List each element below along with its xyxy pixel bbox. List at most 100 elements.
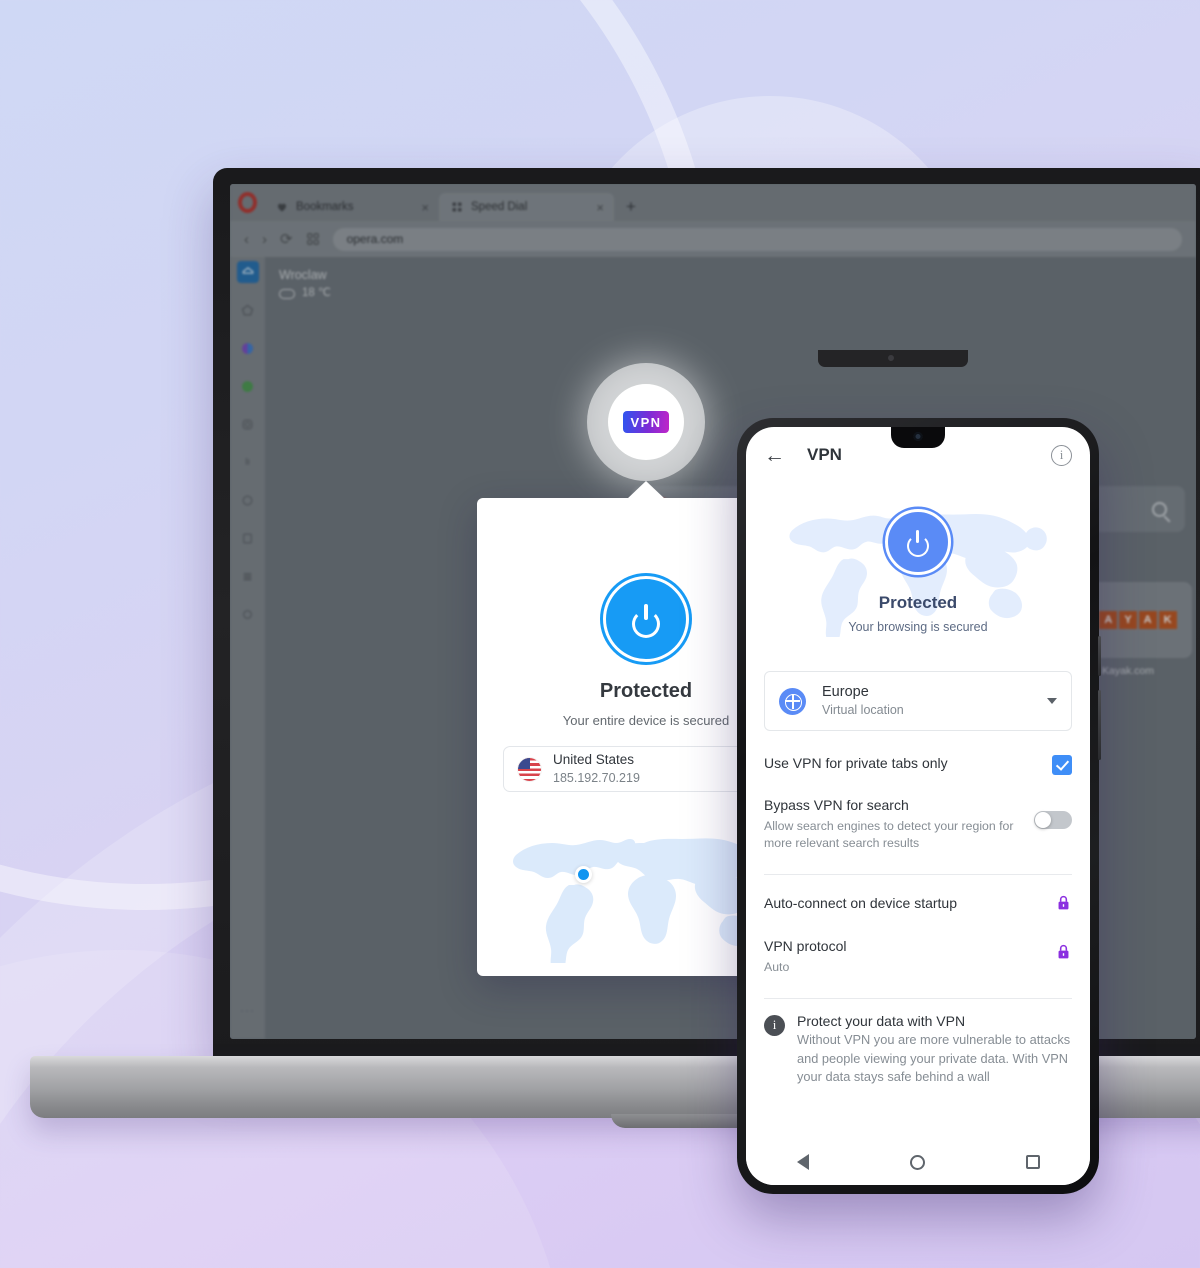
power-icon: [906, 530, 930, 554]
square-icon[interactable]: [1025, 1155, 1040, 1169]
tab-speed-dial[interactable]: Speed Dial ×: [439, 193, 614, 221]
setting-text: Auto-connect on device startup: [764, 893, 1043, 914]
promo-title: Protect your data with VPN: [797, 1012, 966, 1029]
globe-icon: [779, 687, 806, 715]
setting-title: Bypass VPN for search: [764, 797, 909, 813]
sidebar-item-player[interactable]: [237, 451, 259, 473]
vpn-power-button[interactable]: [603, 576, 689, 662]
sidebar-item-messenger[interactable]: [237, 337, 259, 359]
tab-bookmarks[interactable]: Bookmarks ×: [264, 193, 439, 221]
weather-widget[interactable]: Wroclaw 18 ℃: [279, 266, 331, 303]
phone-location-text: Europe Virtual location: [822, 682, 1031, 720]
back-icon[interactable]: ‹: [244, 231, 249, 248]
phone-location-name: Europe: [822, 684, 869, 701]
browser-address-bar: ‹ › ⟳ opera.com: [230, 221, 1196, 257]
sidebar-item-history[interactable]: [237, 489, 259, 511]
weather-temp-row: 18 ℃: [279, 285, 331, 303]
sidebar-item-whatsapp[interactable]: [237, 375, 259, 397]
info-icon: i: [764, 1014, 785, 1036]
phone-vpn-status: Protected: [878, 593, 958, 612]
weather-temperature: 18 ℃: [302, 287, 331, 300]
cloud-icon: [279, 289, 295, 300]
phone-power-button: [1098, 690, 1101, 760]
private-tabs-checkbox[interactable]: [1052, 755, 1072, 775]
setting-title: VPN protocol: [764, 937, 847, 954]
phone-location-selector[interactable]: Europe Virtual location: [764, 671, 1072, 731]
download-icon: [243, 533, 252, 543]
promo-body: Without VPN you are more vulnerable to a…: [797, 1031, 1071, 1085]
setting-text: VPN protocol Auto: [764, 936, 1043, 976]
layers-icon: [243, 572, 252, 580]
phone-volume-button: [1098, 636, 1101, 676]
phone-page-title: VPN: [807, 445, 842, 464]
bypass-search-toggle[interactable]: [1034, 811, 1072, 829]
phone-power-button-wrap: [746, 509, 1090, 575]
clock-icon: [242, 495, 253, 505]
chevron-down-icon[interactable]: [1047, 698, 1057, 704]
promo-text: Protect your data with VPN Without VPN y…: [797, 1013, 1072, 1087]
tab-close-icon[interactable]: ×: [421, 200, 429, 215]
new-tab-button[interactable]: +: [614, 197, 648, 221]
phone-vpn-hero: Protected Your browsing is secured: [746, 483, 1090, 663]
sidebar-overflow-icon[interactable]: ···: [240, 1003, 255, 1017]
phone-vpn-power-button[interactable]: [885, 509, 951, 575]
reload-icon[interactable]: ⟳: [280, 230, 293, 248]
vpn-badge-button[interactable]: VPN: [623, 411, 669, 433]
lock-icon[interactable]: [1055, 893, 1072, 913]
heart-icon: [277, 203, 287, 212]
phone-screen: ← VPN i Protected Your browsing is secur…: [746, 427, 1090, 1185]
phone-vpn-subtitle: Your browsing is secured: [848, 620, 988, 634]
sidebar-item-settings[interactable]: [237, 603, 259, 625]
setting-text: Bypass VPN for search Allow search engin…: [764, 795, 1022, 852]
search-icon[interactable]: [1152, 501, 1167, 517]
setting-title: Auto-connect on device startup: [764, 894, 958, 911]
sidebar-item-instagram[interactable]: [237, 413, 259, 435]
phone-mockup: ← VPN i Protected Your browsing is secur…: [737, 418, 1101, 1194]
pentagon-icon: [241, 304, 254, 315]
map-location-pin: [575, 866, 592, 883]
url-text: opera.com: [346, 232, 404, 246]
opera-logo-icon: [230, 184, 264, 221]
android-nav-bar: [746, 1139, 1090, 1185]
vpn-ip-address: 185.192.70.219: [553, 770, 640, 785]
phone-camera-notch: [891, 427, 945, 448]
setting-auto-connect[interactable]: Auto-connect on device startup: [764, 875, 1072, 920]
us-flag-icon: [518, 757, 541, 781]
browser-sidebar: ···: [230, 257, 265, 1039]
extensions-icon[interactable]: [306, 232, 320, 246]
tab-label: Bookmarks: [296, 201, 354, 213]
setting-description: Allow search engines to detect your regi…: [764, 819, 1014, 850]
forward-icon[interactable]: ›: [262, 231, 267, 248]
phone-location-subtitle: Virtual location: [822, 703, 904, 718]
gear-icon: [243, 609, 252, 619]
sidebar-item-downloads[interactable]: [237, 527, 259, 549]
music-icon: [245, 457, 250, 465]
grid-icon: [452, 202, 462, 212]
messenger-icon: [242, 342, 253, 354]
laptop-webcam: [818, 350, 968, 367]
lock-icon[interactable]: [1055, 942, 1072, 962]
instagram-icon: [242, 419, 253, 429]
sidebar-item-pinboards[interactable]: [237, 299, 259, 321]
phone-body: ← VPN i Protected Your browsing is secur…: [737, 418, 1101, 1194]
setting-private-tabs[interactable]: Use VPN for private tabs only: [764, 731, 1072, 781]
setting-bypass-search[interactable]: Bypass VPN for search Allow search engin…: [764, 781, 1072, 858]
sidebar-item-speed-dial[interactable]: [236, 261, 259, 283]
home-circle-icon[interactable]: [909, 1154, 925, 1170]
vpn-badge-spotlight: VPN: [608, 384, 684, 460]
setting-vpn-protocol[interactable]: VPN protocol Auto: [764, 920, 1072, 982]
back-arrow-icon[interactable]: ←: [764, 445, 785, 466]
promo-divider: [764, 997, 1072, 999]
setting-text: Use VPN for private tabs only: [764, 753, 1040, 774]
info-icon[interactable]: i: [1051, 444, 1072, 466]
tab-label: Speed Dial: [471, 201, 528, 213]
browser-tab-bar: Bookmarks × Speed Dial × +: [230, 184, 1196, 221]
power-icon: [631, 604, 661, 634]
url-input[interactable]: opera.com: [332, 227, 1182, 251]
sidebar-item-workspaces[interactable]: [237, 565, 259, 587]
back-triangle-icon[interactable]: [796, 1154, 809, 1170]
weather-city: Wroclaw: [279, 268, 327, 282]
vpn-location-text: United States 185.192.70.219: [553, 751, 756, 786]
tab-close-icon[interactable]: ×: [596, 200, 604, 215]
vpn-country-name: United States: [553, 752, 635, 768]
